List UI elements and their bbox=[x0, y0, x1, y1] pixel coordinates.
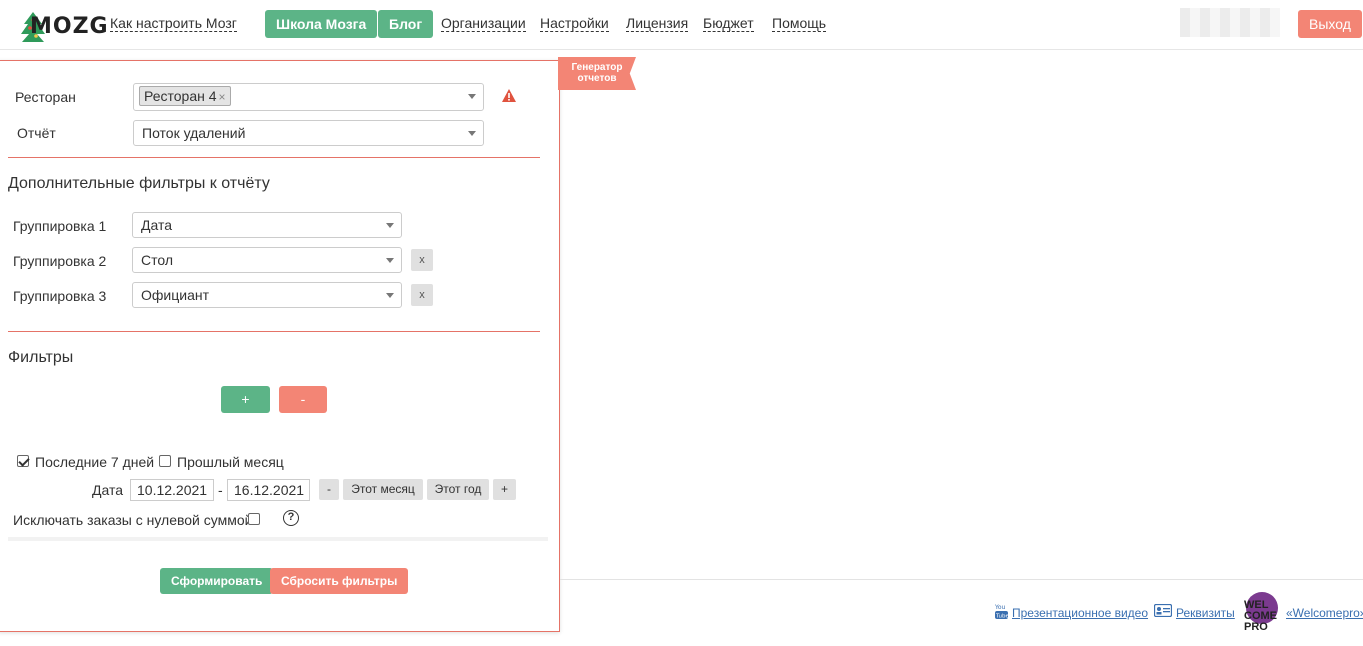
user-avatar-blurred[interactable] bbox=[1180, 8, 1280, 37]
report-select-value: Поток удалений bbox=[142, 125, 246, 141]
exclude-zero-checkbox[interactable] bbox=[248, 513, 260, 525]
nav-help-link[interactable]: Помощь bbox=[772, 15, 827, 32]
last-month-label: Прошлый месяц bbox=[177, 454, 284, 470]
id-card-icon bbox=[1154, 604, 1172, 617]
welcomepro-logo-text: WEL COME PRO bbox=[1244, 599, 1277, 633]
youtube-icon: You Tube bbox=[995, 604, 1008, 620]
last-7-days-checkbox[interactable] bbox=[17, 455, 29, 467]
svg-text:Tube: Tube bbox=[995, 614, 1008, 620]
school-button[interactable]: Школа Мозга bbox=[265, 10, 378, 38]
nav-how-to-link[interactable]: Как настроить Мозг bbox=[110, 15, 237, 32]
next-period-button[interactable]: + bbox=[493, 479, 516, 500]
svg-text:You: You bbox=[995, 604, 1006, 611]
last-7-days-label: Последние 7 дней bbox=[35, 454, 155, 470]
footer-divider bbox=[560, 579, 1363, 580]
section-divider bbox=[8, 157, 540, 158]
welcomepro-logo[interactable]: WEL COME PRO bbox=[1244, 592, 1280, 636]
restaurant-tag-label: Ресторан 4 bbox=[144, 88, 217, 104]
grouping-3-select[interactable]: Официант bbox=[132, 282, 402, 308]
presentation-video-link[interactable]: Презентационное видео bbox=[1012, 606, 1148, 620]
chevron-down-icon bbox=[386, 293, 394, 298]
chevron-down-icon bbox=[386, 223, 394, 228]
grouping-1-label: Группировка 1 bbox=[13, 218, 107, 234]
nav-settings-link[interactable]: Настройки bbox=[540, 15, 609, 32]
exclude-zero-label: Исключать заказы с нулевой суммой bbox=[13, 512, 253, 528]
top-navbar: MOZG Как настроить Мозг Школа Мозга Блог… bbox=[0, 0, 1363, 50]
section-divider bbox=[8, 331, 540, 332]
logo-text: MOZG bbox=[30, 14, 109, 39]
remove-grouping-3-button[interactable]: x bbox=[411, 284, 433, 306]
nav-orgs-link[interactable]: Организации bbox=[441, 15, 526, 32]
nav-license-link[interactable]: Лицензия bbox=[626, 15, 689, 32]
ribbon-line1: Генератор bbox=[571, 62, 623, 73]
logout-button[interactable]: Выход bbox=[1298, 10, 1362, 38]
date-separator: - bbox=[218, 482, 223, 498]
blog-button[interactable]: Блог bbox=[378, 10, 434, 38]
requisites-link[interactable]: Реквизиты bbox=[1176, 606, 1235, 620]
grouping-1-value: Дата bbox=[141, 217, 173, 233]
nav-budget-link[interactable]: Бюджет bbox=[703, 15, 754, 32]
tag-remove-icon[interactable]: × bbox=[219, 90, 226, 104]
prev-period-button[interactable]: - bbox=[319, 479, 339, 500]
mozg-logo[interactable]: MOZG bbox=[18, 8, 108, 44]
help-circle-icon[interactable]: ? bbox=[283, 510, 299, 526]
restaurant-tag[interactable]: Ресторан 4 × bbox=[139, 86, 231, 106]
report-label: Отчёт bbox=[17, 125, 56, 141]
extra-filters-title: Дополнительные фильтры к отчёту bbox=[8, 175, 270, 192]
this-year-button[interactable]: Этот год bbox=[427, 479, 489, 500]
grouping-3-label: Группировка 3 bbox=[13, 288, 107, 304]
grouping-2-select[interactable]: Стол bbox=[132, 247, 402, 273]
remove-grouping-2-button[interactable]: x bbox=[411, 249, 433, 271]
welcomepro-link[interactable]: «Welcomepro» bbox=[1286, 606, 1363, 620]
restaurant-label: Ресторан bbox=[15, 89, 76, 105]
reset-filters-button[interactable]: Сбросить фильтры bbox=[270, 568, 409, 594]
last-month-checkbox[interactable] bbox=[159, 455, 171, 467]
report-select[interactable]: Поток удалений bbox=[133, 120, 484, 146]
date-to-input[interactable]: 16.12.2021 bbox=[227, 479, 310, 501]
grouping-1-select[interactable]: Дата bbox=[132, 212, 402, 238]
chevron-down-icon bbox=[386, 258, 394, 263]
date-from-input[interactable]: 10.12.2021 bbox=[130, 479, 214, 501]
add-filter-button[interactable]: + bbox=[221, 386, 270, 413]
panel-bottom-strip bbox=[8, 537, 548, 541]
this-month-button[interactable]: Этот месяц bbox=[343, 479, 423, 500]
chevron-down-icon bbox=[468, 131, 476, 136]
grouping-2-label: Группировка 2 bbox=[13, 253, 107, 269]
filters-title: Фильтры bbox=[8, 349, 74, 366]
report-generator-ribbon: Генератор отчетов bbox=[558, 57, 636, 90]
date-label: Дата bbox=[92, 482, 124, 498]
grouping-3-value: Официант bbox=[141, 287, 209, 303]
restaurant-multiselect[interactable]: Ресторан 4 × bbox=[133, 83, 484, 111]
generate-report-button[interactable]: Сформировать bbox=[160, 568, 274, 594]
remove-filter-button[interactable]: - bbox=[279, 386, 327, 413]
chevron-down-icon bbox=[468, 94, 476, 99]
grouping-2-value: Стол bbox=[141, 252, 174, 268]
ribbon-line2: отчетов bbox=[577, 73, 617, 84]
warning-icon bbox=[502, 89, 516, 102]
